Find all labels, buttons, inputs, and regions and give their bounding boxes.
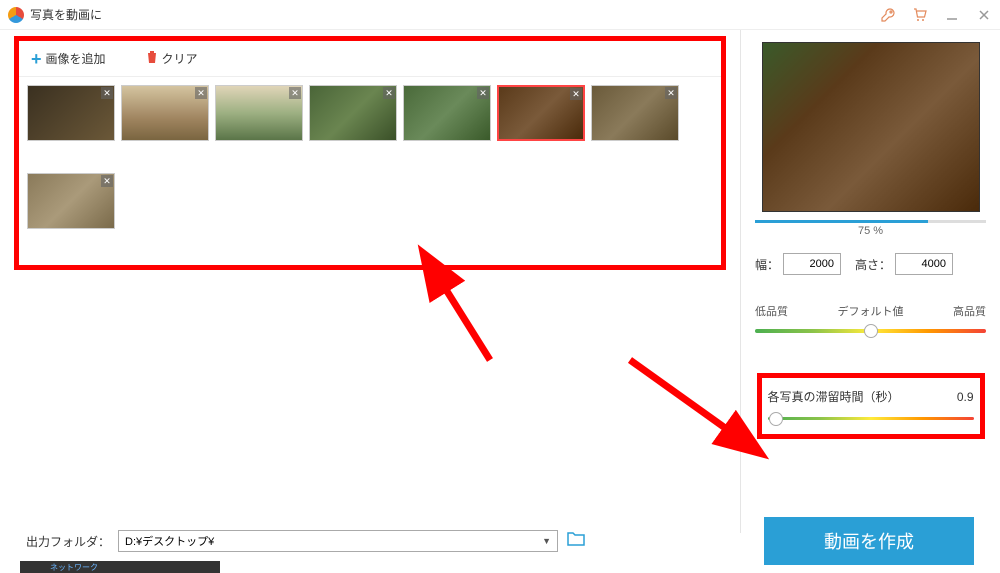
dimension-row: 幅： 高さ： <box>755 253 986 275</box>
thumb-remove-icon[interactable]: ✕ <box>101 87 113 99</box>
create-video-label: 動画を作成 <box>824 528 914 554</box>
minimize-icon[interactable] <box>944 7 960 23</box>
width-input[interactable] <box>783 253 841 275</box>
key-icon[interactable] <box>880 7 896 23</box>
folder-icon[interactable] <box>566 531 586 552</box>
quality-labels: 低品質 デフォルト値 高品質 <box>755 303 986 319</box>
thumb-remove-icon[interactable]: ✕ <box>477 87 489 99</box>
thumbnail[interactable]: ✕ <box>215 85 303 141</box>
thumbnail-grid: ✕ ✕ ✕ ✕ ✕ ✕ ✕ ✕ <box>19 85 721 265</box>
height-input[interactable] <box>895 253 953 275</box>
quality-slider[interactable] <box>755 329 986 333</box>
thumbnail[interactable]: ✕ <box>309 85 397 141</box>
thumb-remove-icon[interactable]: ✕ <box>289 87 301 99</box>
thumbnail[interactable]: ✕ <box>497 85 585 141</box>
thumb-remove-icon[interactable]: ✕ <box>383 87 395 99</box>
output-folder-label: 出力フォルダ： <box>26 533 110 550</box>
app-logo-icon <box>8 7 24 23</box>
right-pane: 75 % 幅： 高さ： 低品質 デフォルト値 高品質 各写真の滞留時間（秒） 0… <box>740 30 1000 533</box>
dwell-value: 0.9 <box>957 390 974 404</box>
progress: 75 % <box>755 220 986 237</box>
dwell-time-highlight: 各写真の滞留時間（秒） 0.9 <box>757 373 985 439</box>
clear-label: クリア <box>162 50 198 67</box>
thumbnail[interactable]: ✕ <box>27 173 115 229</box>
quality-low-label: 低品質 <box>755 303 788 319</box>
annotation-arrow <box>380 250 520 395</box>
thumb-remove-icon[interactable]: ✕ <box>195 87 207 99</box>
thumb-remove-icon[interactable]: ✕ <box>570 88 582 100</box>
dwell-label: 各写真の滞留時間（秒） <box>768 388 900 405</box>
thumb-remove-icon[interactable]: ✕ <box>665 87 677 99</box>
progress-bar[interactable] <box>755 220 986 223</box>
thumbnail[interactable]: ✕ <box>403 85 491 141</box>
dwell-label-row: 各写真の滞留時間（秒） 0.9 <box>768 388 974 405</box>
clear-button[interactable]: クリア <box>146 50 198 67</box>
progress-label: 75 % <box>755 225 986 237</box>
quality-high-label: 高品質 <box>953 303 986 319</box>
dwell-slider-thumb[interactable] <box>769 412 783 426</box>
taskbar-item-label: ネットワーク <box>50 562 98 573</box>
preview-panel <box>762 42 980 212</box>
footer: 出力フォルダ： D:¥デスクトップ¥ ▼ 動画を作成 <box>0 521 1000 561</box>
quality-slider-thumb[interactable] <box>864 324 878 338</box>
app-title: 写真を動画に <box>30 6 102 23</box>
add-image-button[interactable]: + 画像を追加 <box>31 50 106 68</box>
output-folder-path: D:¥デスクトップ¥ <box>125 533 214 549</box>
quality-row: 低品質 デフォルト値 高品質 <box>755 303 986 333</box>
close-icon[interactable] <box>976 7 992 23</box>
cart-icon[interactable] <box>912 7 928 23</box>
titlebar-controls <box>880 7 992 23</box>
thumbnail[interactable]: ✕ <box>121 85 209 141</box>
progress-fill <box>755 220 928 223</box>
taskbar-stub: ネットワーク <box>20 561 220 573</box>
thumb-remove-icon[interactable]: ✕ <box>101 175 113 187</box>
plus-icon: + <box>31 50 42 68</box>
dwell-slider[interactable] <box>768 417 974 420</box>
quality-default-label: デフォルト値 <box>838 303 904 319</box>
trash-icon <box>146 50 158 67</box>
height-label: 高さ： <box>855 256 891 273</box>
add-image-label: 画像を追加 <box>46 50 106 67</box>
left-pane: + 画像を追加 クリア ✕ ✕ ✕ ✕ ✕ ✕ ✕ ✕ <box>0 30 740 533</box>
titlebar: 写真を動画に <box>0 0 1000 30</box>
width-label: 幅： <box>755 256 779 273</box>
chevron-down-icon: ▼ <box>542 536 551 546</box>
thumbnail[interactable]: ✕ <box>591 85 679 141</box>
main: + 画像を追加 クリア ✕ ✕ ✕ ✕ ✕ ✕ ✕ ✕ <box>0 30 1000 533</box>
output-folder-select[interactable]: D:¥デスクトップ¥ ▼ <box>118 530 558 552</box>
image-toolbar: + 画像を追加 クリア <box>19 41 721 77</box>
preview-image <box>763 43 979 211</box>
create-video-button[interactable]: 動画を作成 <box>764 517 974 565</box>
image-area-highlight: + 画像を追加 クリア ✕ ✕ ✕ ✕ ✕ ✕ ✕ ✕ <box>14 36 726 270</box>
thumbnail[interactable]: ✕ <box>27 85 115 141</box>
